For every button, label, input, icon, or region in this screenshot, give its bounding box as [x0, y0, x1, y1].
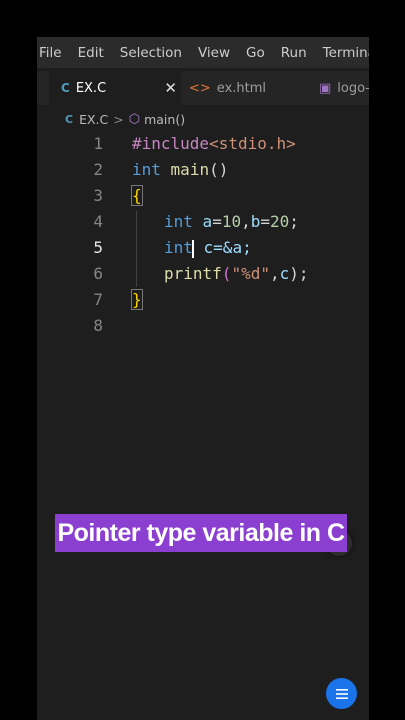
tab-ex-html[interactable]: <> ex.html [189, 71, 266, 105]
code-line: 6 printf("%d",c); [37, 261, 369, 287]
code-line: 3 { [37, 183, 369, 209]
tab-ex-c[interactable]: C EX.C ✕ [49, 71, 181, 105]
vscode-window: File Edit Selection View Go Run Terminal… [37, 37, 369, 720]
html-file-icon: <> [189, 80, 211, 96]
line-content: int main() [132, 160, 229, 179]
code-line: 2 int main() [37, 157, 369, 183]
menu-edit[interactable]: Edit [78, 45, 104, 61]
line-number: 2 [93, 160, 103, 179]
editor-tabs: C EX.C ✕ <> ex.html ▣ logo- [37, 71, 369, 105]
code-line: 7 } [37, 287, 369, 313]
tab-logo[interactable]: ▣ logo- [319, 71, 369, 105]
line-content: } [131, 289, 143, 310]
breadcrumb: C EX.C > ⬡ main() [65, 109, 185, 129]
menu-go[interactable]: Go [246, 45, 265, 61]
image-file-icon: ▣ [319, 80, 332, 96]
breadcrumb-separator: > [113, 111, 124, 127]
menu-file[interactable]: File [39, 45, 62, 61]
menu-fab-button[interactable] [326, 678, 357, 709]
menu-selection[interactable]: Selection [120, 45, 182, 61]
tab-label: ex.html [216, 80, 267, 96]
line-number: 8 [93, 316, 103, 335]
code-line: 5 int c=&a; [37, 235, 369, 261]
code-line: 4 int a=10,b=20; [37, 209, 369, 235]
menu-view[interactable]: View [198, 45, 230, 61]
line-number: 4 [93, 212, 103, 231]
c-file-icon: C [65, 112, 74, 126]
menu-bar: File Edit Selection View Go Run Terminal [37, 37, 369, 68]
menu-terminal[interactable]: Terminal [323, 45, 369, 61]
breadcrumb-symbol[interactable]: main() [144, 112, 185, 127]
line-content: #include<stdio.h> [132, 134, 296, 153]
line-content: int c=&a; [164, 238, 252, 258]
line-number: 3 [93, 186, 103, 205]
line-number: 5 [93, 238, 103, 257]
cube-icon: ⬡ [128, 111, 141, 127]
caption-banner: Pointer type variable in C [55, 514, 347, 552]
code-line: 8 [37, 313, 369, 339]
line-content: printf("%d",c); [164, 264, 309, 283]
line-number: 7 [93, 290, 103, 309]
line-number: 1 [93, 134, 103, 153]
tab-label: EX.C [75, 80, 107, 96]
line-content: { [131, 185, 143, 206]
close-icon[interactable]: ✕ [164, 79, 177, 97]
menu-icon [335, 688, 348, 699]
code-editor[interactable]: 1 #include<stdio.h> 2 int main() 3 { 4 i… [37, 131, 369, 391]
line-number: 6 [93, 264, 103, 283]
c-file-icon: C [61, 81, 70, 95]
line-content: int a=10,b=20; [164, 212, 299, 231]
menu-run[interactable]: Run [281, 45, 307, 61]
tab-label: logo- [337, 80, 369, 96]
breadcrumb-file[interactable]: EX.C [79, 112, 108, 127]
code-line: 1 #include<stdio.h> [37, 131, 369, 157]
